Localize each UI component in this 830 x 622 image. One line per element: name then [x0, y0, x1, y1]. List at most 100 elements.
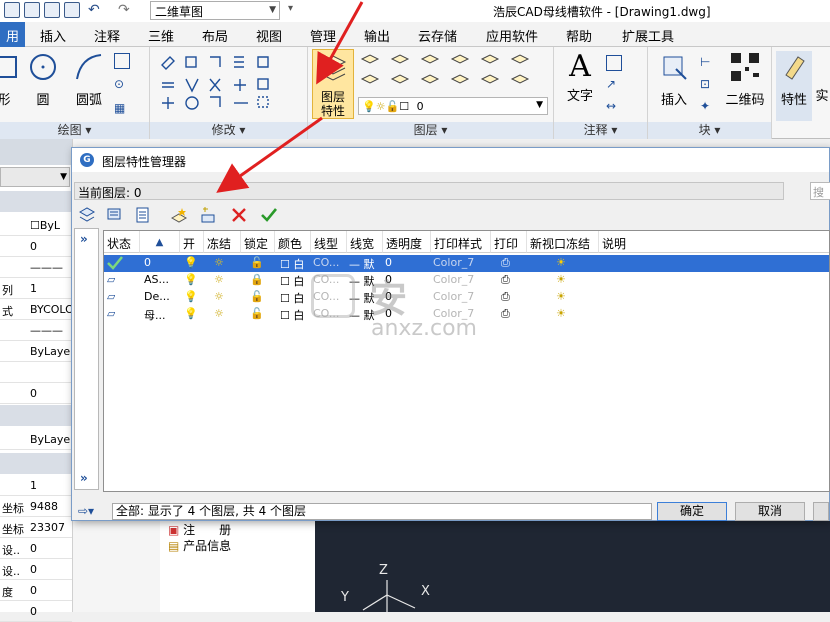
sun-thawed-icon[interactable]: ☼	[214, 273, 224, 288]
text-button[interactable]: A 文字	[562, 51, 598, 105]
properties-button[interactable]: 特性	[776, 51, 812, 121]
modify-panel-title[interactable]: 修改 ▾	[150, 122, 307, 139]
col-plot-style[interactable]: 打印样式	[431, 231, 491, 253]
col-freeze[interactable]: 冻结	[204, 231, 241, 253]
bulb-on-icon[interactable]: 💡	[184, 273, 198, 288]
vp-freeze-icon[interactable]: ☀	[556, 273, 566, 288]
layer-name[interactable]: 0	[144, 256, 151, 271]
vp-freeze-icon[interactable]: ☀	[556, 290, 566, 305]
delete-layer-icon[interactable]	[230, 206, 248, 224]
dimension-icon[interactable]: ↔	[606, 99, 622, 115]
layer-tools-icons[interactable]	[358, 51, 548, 91]
block-define-icon[interactable]: ✦	[700, 99, 716, 115]
search-layers-input[interactable]: 搜索	[810, 182, 830, 200]
color-swatch[interactable]: ☐ 白	[280, 256, 304, 271]
layer-name[interactable]: De...	[144, 290, 170, 305]
property-row[interactable]: 坐标 23307	[0, 517, 72, 538]
layer-panel-title[interactable]: 图层 ▾	[308, 122, 553, 139]
unlock-icon[interactable]: 🔓	[250, 256, 264, 271]
workspace-combo[interactable]: 二维草图 ▼	[150, 1, 280, 20]
leader-icon[interactable]: ↗	[606, 77, 622, 93]
col-status[interactable]: 状态	[104, 231, 140, 253]
new-file-icon[interactable]	[4, 2, 20, 18]
property-row[interactable]: ———	[0, 257, 72, 278]
layer-states-manager-icon[interactable]	[134, 206, 152, 224]
save-as-icon[interactable]	[44, 2, 60, 18]
color-swatch[interactable]: ☐ 白	[280, 273, 304, 288]
col-name-sort[interactable]: ▲	[140, 231, 180, 253]
block-attribute-icon[interactable]: ⊡	[700, 77, 716, 93]
quick-access-menu-icon[interactable]: ▾	[288, 3, 293, 14]
overflow-button[interactable]: 实	[814, 85, 830, 104]
col-linetype[interactable]: 线型	[311, 231, 347, 253]
new-group-filter-icon[interactable]	[106, 206, 124, 224]
property-row[interactable]: 坐标 9488	[0, 496, 72, 517]
col-lock[interactable]: 锁定	[241, 231, 275, 253]
col-description[interactable]: 说明	[599, 231, 829, 253]
layer-combo[interactable]: 💡☼🔓☐ 0 ▼	[358, 97, 548, 115]
property-row[interactable]: 0	[0, 383, 72, 404]
tab-view[interactable]: 视图	[256, 26, 282, 45]
color-swatch[interactable]: ☐ 白	[280, 307, 304, 322]
unlock-icon[interactable]: 🔓	[250, 290, 264, 305]
expand-filter-tree-bottom-icon[interactable]: »	[80, 471, 88, 485]
bulb-on-icon[interactable]: 💡	[184, 256, 198, 271]
undo-icon[interactable]: ↶	[88, 2, 100, 18]
set-current-layer-icon[interactable]	[260, 206, 278, 224]
tab-layout[interactable]: 布局	[202, 26, 228, 45]
hatch-icon[interactable]: ▦	[114, 101, 130, 117]
block-edit-icon[interactable]: ⊢	[700, 55, 716, 71]
property-row[interactable]: ByLaye	[0, 341, 72, 362]
col-transparency[interactable]: 透明度	[383, 231, 431, 253]
property-row[interactable]: 列1	[0, 278, 72, 299]
palette-section-general[interactable]	[0, 191, 72, 212]
polyline-button[interactable]: 形	[0, 51, 18, 108]
sun-thawed-icon[interactable]: ☼	[214, 307, 224, 322]
block-panel-title[interactable]: 块 ▾	[648, 122, 771, 139]
rectangle-icon[interactable]	[114, 53, 130, 69]
qrcode-button[interactable]: 二维码	[722, 51, 768, 108]
property-row[interactable]: ———	[0, 320, 72, 341]
tab-cloud-storage[interactable]: 云存储	[418, 26, 457, 45]
help-button[interactable]	[813, 502, 829, 521]
tab-insert[interactable]: 插入	[40, 26, 66, 45]
tab-manage[interactable]: 管理	[310, 26, 336, 45]
col-new-vp-freeze[interactable]: 新视口冻结	[527, 231, 599, 253]
property-row[interactable]: 式 BYCOLO	[0, 299, 74, 320]
table-icon[interactable]	[606, 55, 622, 71]
tab-extensions[interactable]: 扩展工具	[622, 26, 674, 45]
lock-icon[interactable]: 🔒	[250, 273, 264, 288]
circle-button[interactable]: 圆	[26, 51, 60, 108]
layer-properties-button[interactable]: 图层 特性	[312, 49, 354, 119]
property-row[interactable]: 0	[0, 236, 72, 257]
property-row[interactable]: 设.. 0	[0, 559, 72, 580]
property-row[interactable]: 度0	[0, 580, 72, 601]
property-row[interactable]: ByLaye	[0, 429, 72, 450]
palette-section-geometry[interactable]	[0, 453, 72, 474]
draw-panel-title[interactable]: 绘图 ▾	[0, 122, 149, 139]
arc-button[interactable]: 圆弧	[70, 51, 108, 108]
col-on[interactable]: 开	[180, 231, 204, 253]
color-swatch[interactable]: ☐ 白	[280, 290, 304, 305]
redo-icon[interactable]: ↷	[118, 2, 130, 18]
tab-help[interactable]: 帮助	[566, 26, 592, 45]
bulb-on-icon[interactable]: 💡	[184, 290, 198, 305]
property-row[interactable]	[0, 362, 72, 383]
tab-annotate[interactable]: 注释	[94, 26, 120, 45]
filter-tree-collapsed[interactable]: » »	[74, 228, 99, 490]
palette-section-3d[interactable]	[0, 405, 72, 426]
col-lineweight[interactable]: 线宽	[347, 231, 383, 253]
tab-applications[interactable]: 应用软件	[486, 26, 538, 45]
cancel-button[interactable]: 取消	[735, 502, 805, 521]
col-plot[interactable]: 打印	[491, 231, 527, 253]
layer-name[interactable]: AS...	[144, 273, 169, 288]
unlock-icon[interactable]: 🔓	[250, 307, 264, 322]
modify-tools-icons[interactable]	[158, 53, 298, 113]
point-icon[interactable]: ⊙	[114, 77, 130, 93]
selection-combo[interactable]: ▼	[0, 167, 70, 187]
sun-thawed-icon[interactable]: ☼	[214, 290, 224, 305]
layer-name[interactable]: 母...	[144, 307, 166, 322]
vp-freeze-icon[interactable]: ☀	[556, 256, 566, 271]
property-row[interactable]: 1	[0, 475, 72, 496]
bulb-on-icon[interactable]: 💡	[184, 307, 198, 322]
